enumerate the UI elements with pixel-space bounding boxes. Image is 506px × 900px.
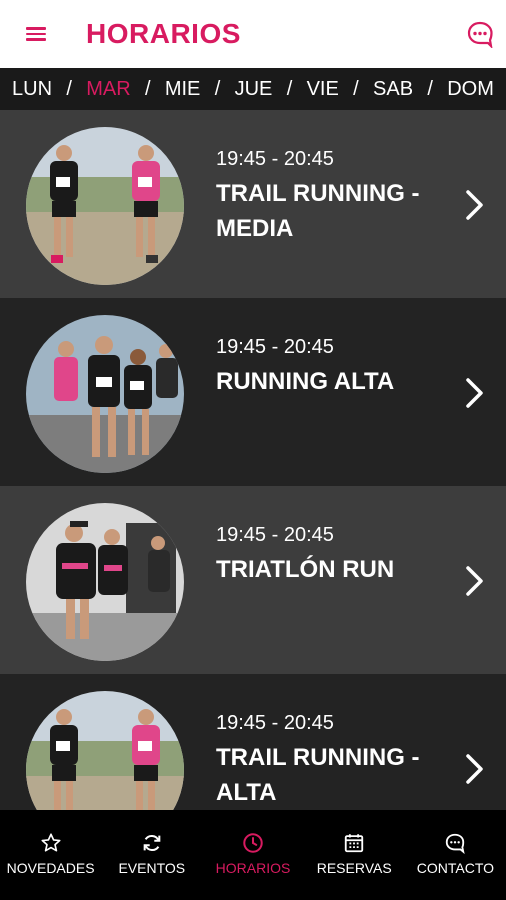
chevron-right-icon[interactable] [464,188,486,222]
chevron-right-icon[interactable] [464,376,486,410]
class-time: 19:45 - 20:45 [216,148,334,170]
nav-contacto[interactable]: CONTACTO [405,810,506,900]
day-separator: / [214,77,221,100]
nav-label: NOVEDADES [6,860,95,876]
day-separator: / [66,77,72,100]
refresh-icon [143,834,161,852]
class-name: TRAIL RUNNING - MEDIA [216,180,420,242]
nav-label: HORARIOS [215,860,291,876]
day-tab-jue[interactable]: JUE [235,78,273,101]
class-name: RUNNING ALTA [216,368,395,395]
class-row[interactable]: 19:45 - 20:45 TRAIL RUNNING - MEDIA [0,110,506,298]
day-tab-lun[interactable]: LUN [12,78,52,101]
chat-bubble-icon[interactable] [466,20,494,50]
day-separator: / [286,77,293,100]
class-time: 19:45 - 20:45 [216,524,334,546]
app-root: HORARIOS LUN / MAR / MIE / JUE / VIE / S… [0,0,506,900]
bottom-navigation: NOVEDADES EVENTOS HORARIOS RESERVAS CONT… [0,810,506,900]
class-time: 19:45 - 20:45 [216,712,334,734]
class-row[interactable]: 19:45 - 20:45 RUNNING ALTA [0,298,506,486]
day-tab-mie[interactable]: MIE [165,78,201,101]
star-icon [41,833,61,852]
class-row[interactable]: 19:45 - 20:45 TRIATLÓN RUN [0,486,506,674]
group-runners-photo [26,315,184,473]
class-list: 19:45 - 20:45 TRAIL RUNNING - MEDIA 19:4… [0,110,506,810]
nav-novedades[interactable]: NOVEDADES [0,810,101,900]
triathlon-runners-photo [26,503,184,661]
chevron-right-icon[interactable] [464,564,486,598]
day-separator: / [144,77,151,100]
calendar-icon [345,834,364,853]
trail-runners-photo [26,127,184,285]
nav-label: CONTACTO [416,860,495,876]
nav-label: RESERVAS [316,860,392,876]
trail-runners-photo [26,691,184,810]
day-tab-sab[interactable]: SAB [373,78,413,101]
nav-label: EVENTOS [118,860,186,876]
day-tab-mar[interactable]: MAR [86,78,130,101]
day-selector: LUN / MAR / MIE / JUE / VIE / SAB / DOM [0,68,506,110]
day-separator: / [427,77,433,100]
hamburger-menu-icon[interactable] [26,24,50,44]
app-header: HORARIOS [0,0,506,68]
class-time: 19:45 - 20:45 [216,336,334,358]
day-tab-vie[interactable]: VIE [307,78,339,101]
day-separator: / [353,77,359,100]
day-tab-dom[interactable]: DOM [447,78,494,101]
chevron-right-icon[interactable] [464,752,486,786]
class-name: TRAIL RUNNING - ALTA [216,744,420,806]
page-title: HORARIOS [86,18,241,49]
nav-horarios[interactable]: HORARIOS [202,810,303,900]
nav-reservas[interactable]: RESERVAS [304,810,405,900]
nav-eventos[interactable]: EVENTOS [101,810,202,900]
clock-icon [243,833,263,853]
chat-bubble-icon [446,833,466,854]
class-name: TRIATLÓN RUN [216,556,395,583]
class-row[interactable]: 19:45 - 20:45 TRAIL RUNNING - ALTA [0,674,506,810]
